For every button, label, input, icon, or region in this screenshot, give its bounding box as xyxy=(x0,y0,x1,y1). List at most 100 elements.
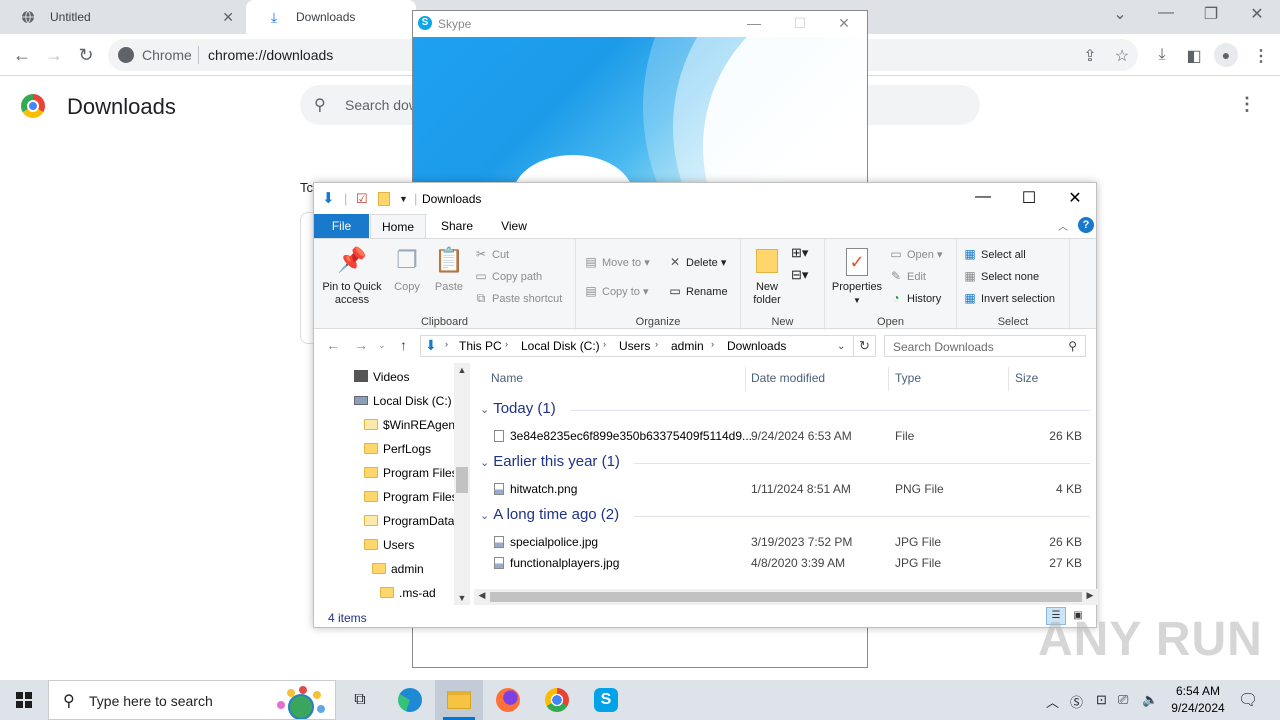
tree-item-programdata[interactable]: ProgramData xyxy=(364,509,454,533)
tab-home[interactable]: Home xyxy=(370,214,426,238)
network-icon[interactable]: ⎚ xyxy=(1118,692,1128,708)
group-header-long-time-ago[interactable]: ⌄ A long time ago (2) xyxy=(480,506,619,523)
new-folder-icon[interactable] xyxy=(378,192,390,206)
tab-downloads[interactable]: ⤓ Downloads xyxy=(246,0,416,34)
file-row[interactable]: functionalplayers.jpg 4/8/2020 3:39 AM J… xyxy=(474,553,1090,574)
taskbar-clock[interactable]: 6:54 AM 9/24/2024 xyxy=(1160,683,1236,717)
scroll-thumb[interactable] xyxy=(456,467,468,493)
delete-button[interactable]: ✕ Delete ▾ xyxy=(668,253,726,271)
tree-item-users[interactable]: Users xyxy=(364,533,414,557)
open-button[interactable]: ▭ Open ▾ xyxy=(889,245,942,263)
properties-button[interactable]: ✓ Properties ▼ xyxy=(829,245,885,307)
cut-button[interactable]: ✂ Cut xyxy=(474,245,509,263)
tree-item-admin[interactable]: admin xyxy=(372,557,424,581)
explorer-search-input[interactable]: Search Downloads ⚲ xyxy=(884,335,1086,357)
collapse-ribbon-icon[interactable]: ︿ xyxy=(1058,218,1068,233)
breadcrumb-local-disk[interactable]: Local Disk (C:) xyxy=(521,339,600,353)
close-icon[interactable]: ✕ xyxy=(829,15,859,32)
address-bar[interactable]: ⬇ › This PC › Local Disk (C:) › Users › … xyxy=(420,335,854,357)
minimize-icon[interactable]: — xyxy=(960,188,1006,206)
url-text[interactable]: chrome://downloads xyxy=(208,47,333,63)
edge-taskbar-button[interactable] xyxy=(386,680,434,720)
paste-shortcut-button[interactable]: ⧉ Paste shortcut xyxy=(474,289,563,307)
refresh-icon[interactable]: ↻ xyxy=(854,335,876,357)
close-window-icon[interactable]: ✕ xyxy=(1243,4,1271,24)
chevron-right-icon[interactable]: › xyxy=(711,339,714,349)
chevron-down-icon[interactable]: ⌄ xyxy=(1106,4,1134,24)
easy-access-icon[interactable]: ⊟▾ xyxy=(791,267,808,283)
tab-untitled[interactable]: Untitled ✕ xyxy=(0,0,244,34)
tree-item-videos[interactable]: Videos xyxy=(354,365,409,389)
restore-icon[interactable]: ❐ xyxy=(1197,4,1225,24)
invert-selection-button[interactable]: ▦ Invert selection xyxy=(963,289,1055,307)
column-header-name[interactable]: Name xyxy=(491,371,523,385)
volume-icon[interactable]: 🔈 xyxy=(1142,692,1158,708)
breadcrumb-users[interactable]: Users xyxy=(619,339,650,353)
notifications-icon[interactable]: 🗨 xyxy=(1238,690,1258,710)
quick-access-dropdown-icon[interactable]: ▼ xyxy=(399,194,408,204)
down-arrow-icon[interactable]: ⬇ xyxy=(322,189,335,207)
column-divider[interactable] xyxy=(1008,367,1009,391)
up-icon[interactable]: ↑ xyxy=(400,337,407,353)
tree-item-winreagent[interactable]: $WinREAgent xyxy=(364,413,458,437)
scroll-right-icon[interactable]: ▶ xyxy=(1082,590,1098,601)
chrome-taskbar-button[interactable] xyxy=(533,680,581,720)
column-header-type[interactable]: Type xyxy=(895,371,921,385)
rename-button[interactable]: ▭ Rename xyxy=(668,282,727,300)
nav-pane-scrollbar[interactable]: ▲ ▼ xyxy=(454,363,470,605)
scroll-up-icon[interactable]: ▲ xyxy=(454,365,470,375)
tab-share[interactable]: Share xyxy=(432,214,482,238)
edit-button[interactable]: ✎ Edit xyxy=(889,267,926,285)
column-divider[interactable] xyxy=(888,367,889,391)
forward-icon[interactable]: → xyxy=(42,43,66,67)
tree-item-program-files-x86[interactable]: Program Files xyxy=(364,485,458,509)
history-button[interactable]: ◔ History xyxy=(889,289,941,307)
close-icon[interactable]: ✕ xyxy=(1052,188,1098,208)
reload-icon[interactable]: ↻ xyxy=(74,43,98,67)
move-to-button[interactable]: ▤ Move to ▾ xyxy=(584,253,649,271)
chevron-right-icon[interactable]: › xyxy=(505,339,508,349)
breadcrumb-downloads[interactable]: Downloads xyxy=(727,339,786,353)
scroll-left-icon[interactable]: ◀ xyxy=(474,590,490,601)
select-all-button[interactable]: ▦ Select all xyxy=(963,245,1025,263)
downloads-icon[interactable]: ⤓ xyxy=(1151,46,1173,64)
scroll-down-icon[interactable]: ▼ xyxy=(454,593,470,603)
file-row[interactable]: 3e84e8235ec6f899e350b63375409f5114d9... … xyxy=(474,426,1090,447)
maximize-icon[interactable]: ☐ xyxy=(1006,188,1052,208)
task-view-button[interactable]: ⧉ xyxy=(336,680,384,720)
chevron-right-icon[interactable]: › xyxy=(655,339,658,349)
new-item-icon[interactable]: ⊞▾ xyxy=(791,245,808,261)
minimize-icon[interactable]: — xyxy=(739,15,769,31)
chrome-menu-icon[interactable]: ⋮ xyxy=(1250,46,1272,66)
file-explorer-taskbar-button[interactable] xyxy=(435,680,483,720)
firefox-taskbar-button[interactable] xyxy=(484,680,532,720)
tree-item-program-files[interactable]: Program Files xyxy=(364,461,458,485)
file-pane-hscrollbar[interactable]: ◀ ▶ xyxy=(474,589,1098,605)
column-divider[interactable] xyxy=(745,367,746,391)
start-button[interactable] xyxy=(0,680,48,720)
minimize-icon[interactable]: — xyxy=(1152,4,1180,22)
tree-item-ms-ad[interactable]: .ms-ad xyxy=(380,581,436,605)
file-row[interactable]: specialpolice.jpg 3/19/2023 7:52 PM JPG … xyxy=(474,532,1090,553)
back-icon[interactable]: ← xyxy=(10,43,34,67)
tab-view[interactable]: View xyxy=(486,214,542,238)
column-header-date[interactable]: Date modified xyxy=(751,371,825,385)
more-options-icon[interactable]: ⋮ xyxy=(1238,94,1256,115)
paste-button[interactable]: 📋 Paste xyxy=(430,245,468,294)
device-tray-icon[interactable]: ⊡ xyxy=(1096,692,1107,708)
breadcrumb-admin[interactable]: admin xyxy=(671,339,704,353)
side-panel-icon[interactable]: ◧ xyxy=(1183,46,1205,66)
skype-tray-icon[interactable]: Ⓢ xyxy=(1070,692,1083,711)
recent-locations-icon[interactable]: ⌄ xyxy=(378,340,386,351)
chevron-down-icon[interactable]: ⌄ xyxy=(837,341,845,352)
new-folder-button[interactable]: New folder xyxy=(745,245,789,307)
breadcrumb-this-pc[interactable]: This PC xyxy=(459,339,502,353)
profile-avatar-icon[interactable]: ● xyxy=(1214,43,1238,67)
chevron-right-icon[interactable]: › xyxy=(603,339,606,349)
tree-item-perflogs[interactable]: PerfLogs xyxy=(364,437,431,461)
select-none-button[interactable]: ▦ Select none xyxy=(963,267,1039,285)
skype-taskbar-button[interactable]: S xyxy=(582,680,630,720)
pin-quick-access-button[interactable]: 📌 Pin to Quick access xyxy=(320,245,384,307)
file-row[interactable]: hitwatch.png 1/11/2024 8:51 AM PNG File … xyxy=(474,479,1090,500)
share-icon[interactable]: ⇪ xyxy=(1079,46,1101,66)
